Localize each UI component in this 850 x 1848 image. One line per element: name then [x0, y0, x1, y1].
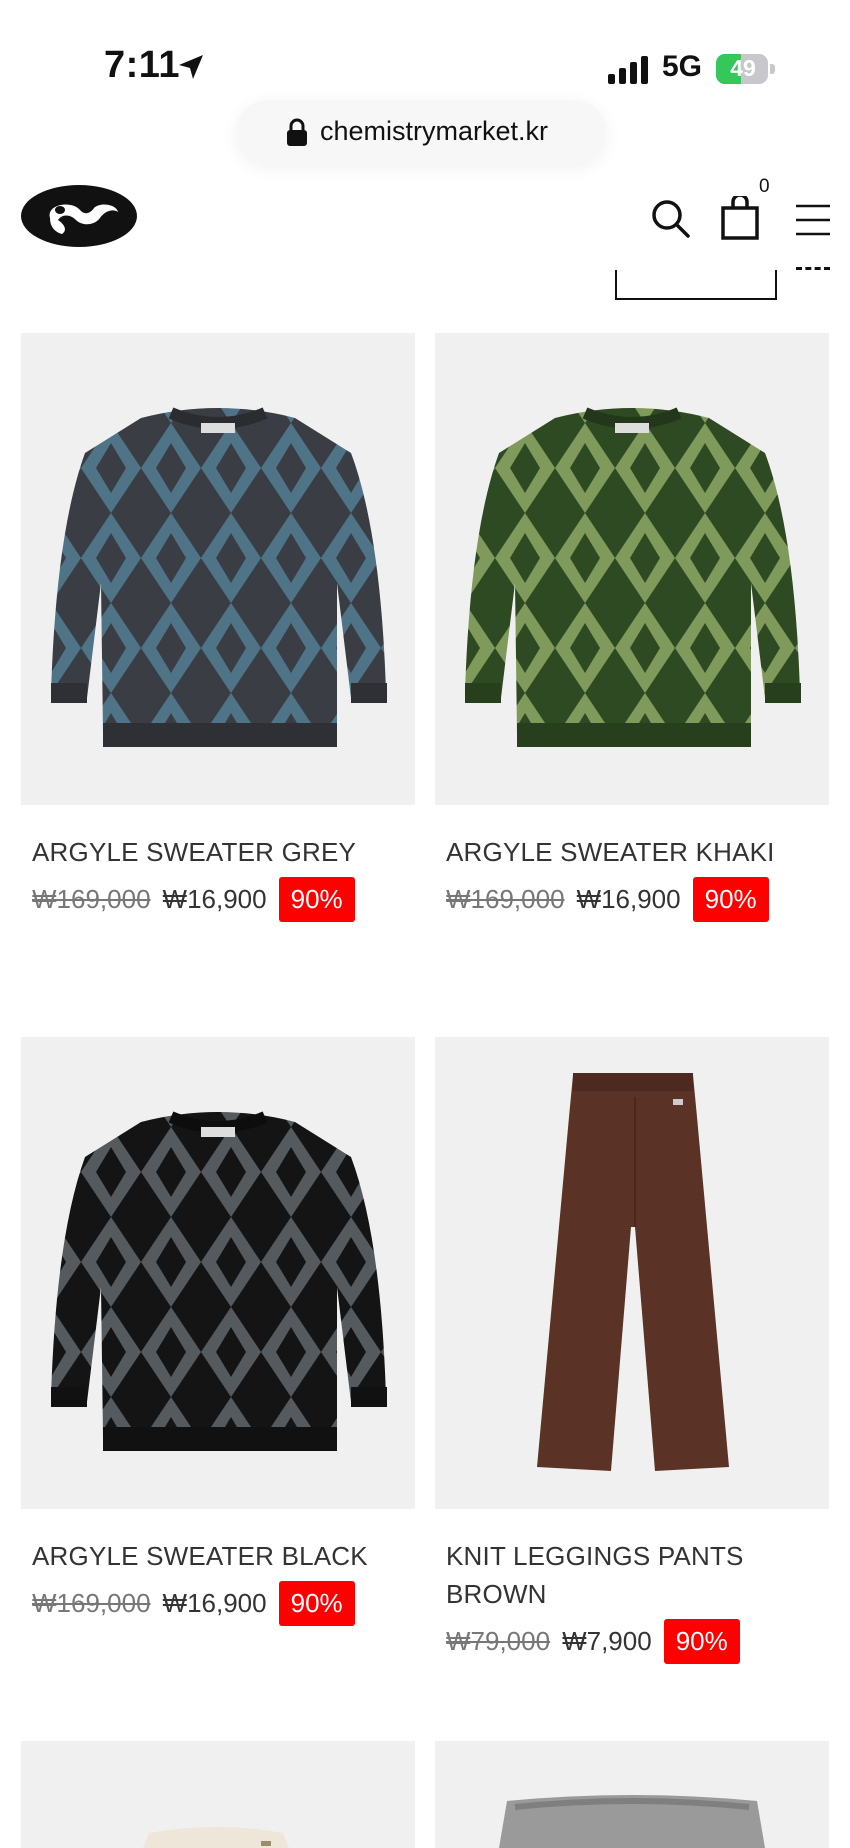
product-name[interactable]: ARGYLE SWEATER GREY [32, 833, 412, 871]
brand-logo[interactable] [20, 184, 138, 248]
product-name[interactable]: ARGYLE SWEATER BLACK [32, 1537, 412, 1575]
product-card[interactable]: KNIT LEGGINGS PANTS BROWN ₩79,000 ₩7,900… [435, 1037, 829, 1697]
location-arrow-icon [179, 55, 203, 79]
view-toggle-partial[interactable] [796, 267, 830, 270]
sale-price: ₩16,900 [576, 884, 681, 914]
price-row: ₩169,000 ₩16,900 90% [32, 877, 355, 922]
product-name[interactable]: ARGYLE SWEATER KHAKI [446, 833, 826, 871]
product-image[interactable] [21, 1741, 415, 1848]
battery-icon: 49 [716, 54, 776, 84]
search-icon[interactable] [650, 198, 690, 238]
original-price: ₩169,000 [32, 884, 151, 914]
url-text: chemistrymarket.kr [320, 116, 549, 146]
sale-price: ₩16,900 [162, 884, 267, 914]
lock-icon [287, 118, 307, 146]
price-row: ₩79,000 ₩7,900 90% [446, 1619, 740, 1664]
filter-button-partial[interactable] [615, 270, 777, 300]
network-type: 5G [662, 50, 703, 83]
cart-count: 0 [759, 176, 770, 197]
sale-price: ₩16,900 [162, 1588, 267, 1618]
product-card[interactable]: ARGYLE SWEATER GREY ₩169,000 ₩16,900 90% [21, 333, 415, 953]
product-image[interactable] [21, 333, 415, 805]
status-time: 7:11 [104, 44, 180, 86]
discount-badge: 90% [663, 1619, 740, 1664]
product-image[interactable] [435, 333, 829, 805]
product-image[interactable] [435, 1741, 829, 1848]
shopping-bag-icon[interactable] [720, 196, 760, 240]
hamburger-menu-icon[interactable] [796, 202, 830, 238]
product-card[interactable] [21, 1741, 415, 1848]
product-card[interactable]: ARGYLE SWEATER KHAKI ₩169,000 ₩16,900 90… [435, 333, 829, 953]
discount-badge: 90% [692, 877, 769, 922]
original-price: ₩169,000 [32, 1588, 151, 1618]
cellular-signal-icon [608, 56, 648, 84]
product-image[interactable] [435, 1037, 829, 1509]
original-price: ₩169,000 [446, 884, 565, 914]
original-price: ₩79,000 [446, 1626, 551, 1656]
price-row: ₩169,000 ₩16,900 90% [446, 877, 769, 922]
discount-badge: 90% [278, 877, 355, 922]
discount-badge: 90% [278, 1581, 355, 1626]
battery-percent: 49 [730, 55, 756, 81]
product-name[interactable]: KNIT LEGGINGS PANTS BROWN [446, 1537, 826, 1613]
product-image[interactable] [21, 1037, 415, 1509]
sale-price: ₩7,900 [562, 1626, 652, 1656]
product-card[interactable] [435, 1741, 829, 1848]
address-bar[interactable]: chemistrymarket.kr [236, 100, 606, 164]
price-row: ₩169,000 ₩16,900 90% [32, 1581, 355, 1626]
product-card[interactable]: ARGYLE SWEATER BLACK ₩169,000 ₩16,900 90… [21, 1037, 415, 1657]
